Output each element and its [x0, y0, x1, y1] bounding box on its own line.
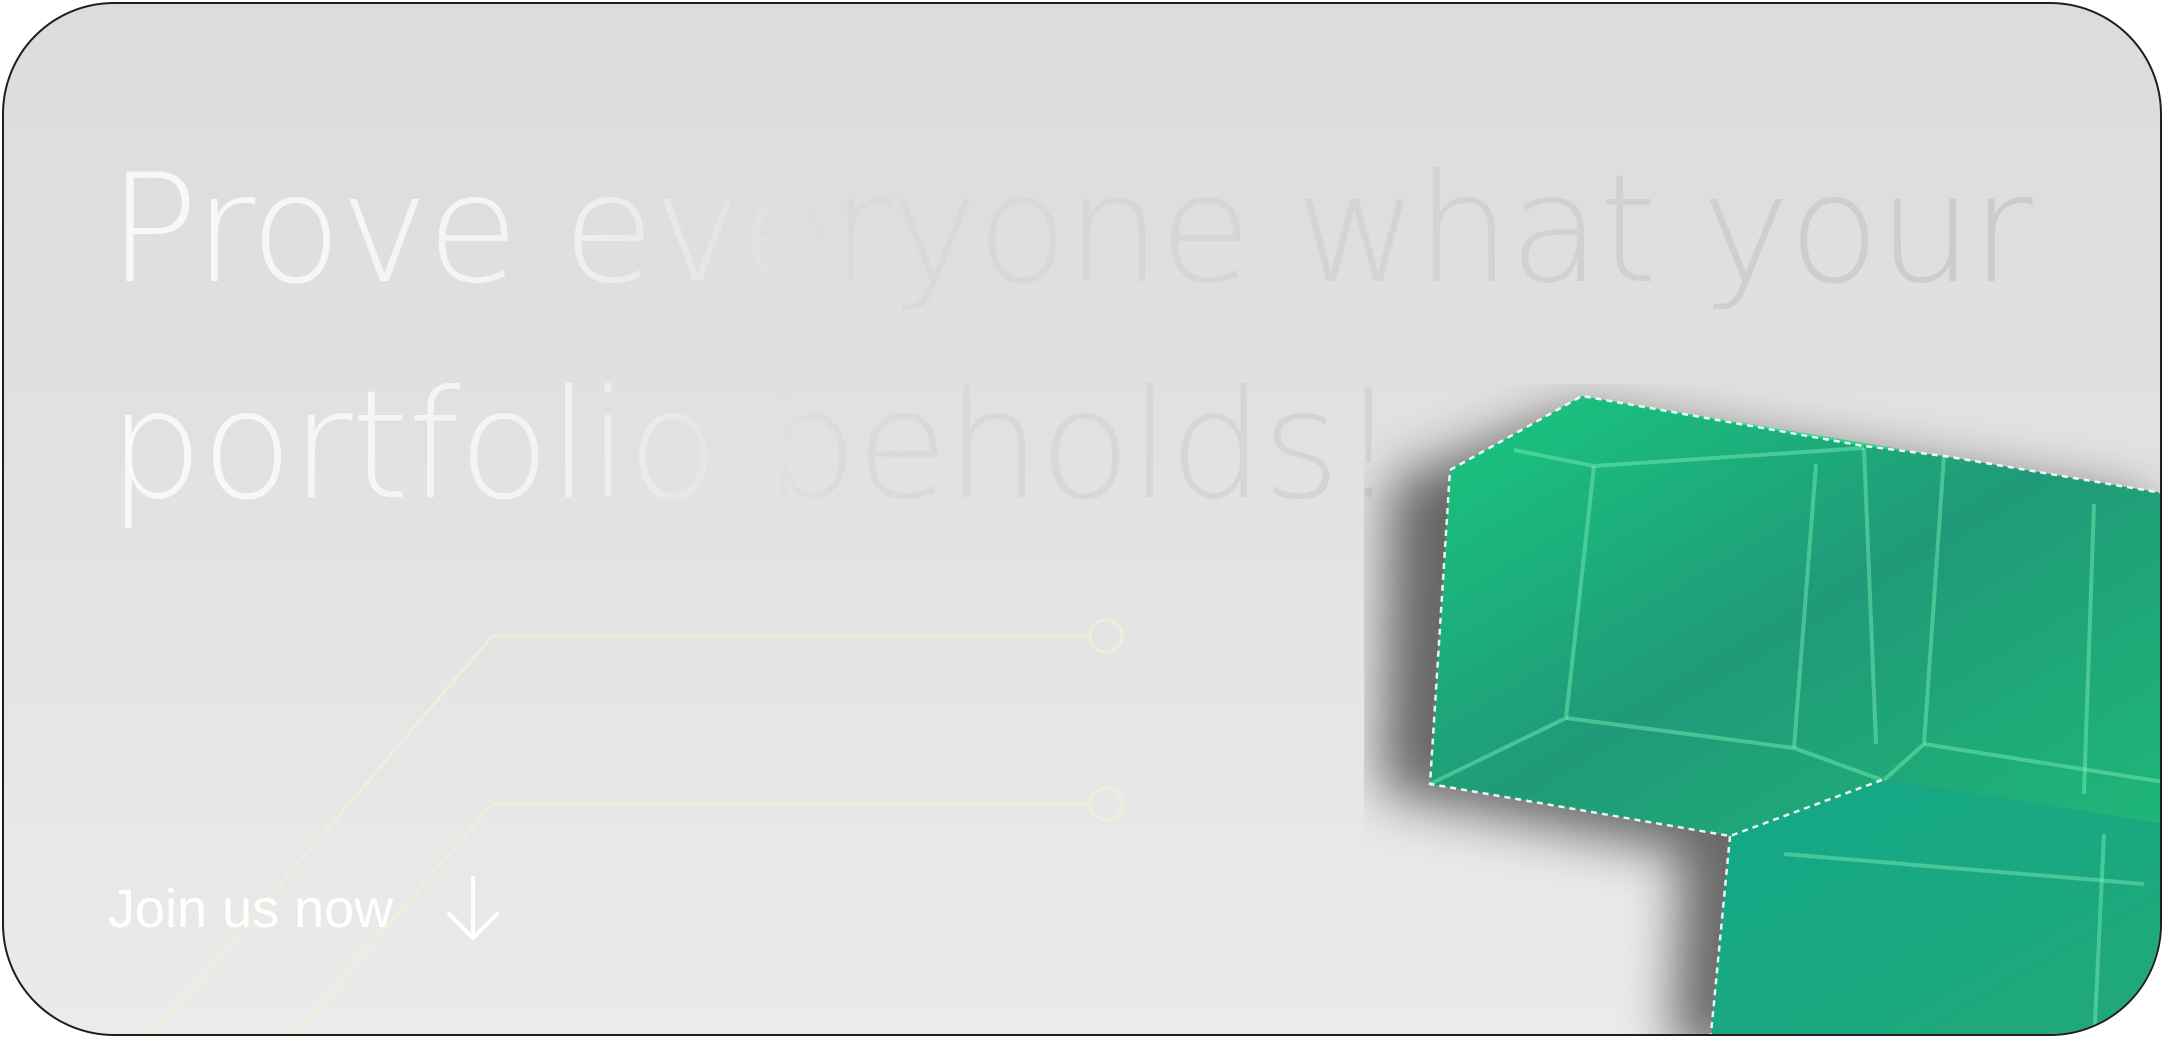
join-us-label: Join us now — [108, 879, 394, 939]
hero-card: Prove everyone what your portfolio behol… — [2, 2, 2162, 1036]
join-us-button[interactable]: Join us now — [108, 874, 503, 944]
arrow-down-icon — [447, 876, 500, 940]
green-cube-tetromino-graphic — [1382, 394, 2160, 1034]
